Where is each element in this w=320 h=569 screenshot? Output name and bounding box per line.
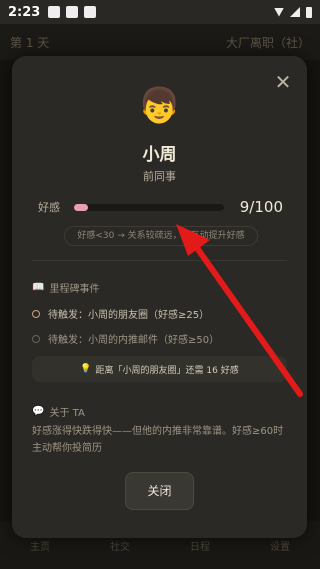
wifi-icon bbox=[274, 7, 284, 17]
character-role: 前同事 bbox=[143, 170, 176, 183]
character-name: 小周 bbox=[142, 145, 177, 165]
nav-item-settings: 设置 bbox=[270, 541, 290, 553]
nav-item-home: 主页 bbox=[30, 541, 50, 553]
favor-row: 好感 9/100 bbox=[38, 194, 283, 220]
milestone-dot-icon bbox=[32, 309, 40, 318]
gear-icon bbox=[48, 6, 61, 18]
book-icon: 📖 bbox=[32, 282, 45, 293]
signal-icon bbox=[290, 7, 300, 17]
lightbulb-icon: 💡 bbox=[80, 364, 92, 374]
status-icons bbox=[274, 6, 312, 18]
status-time: 2:23 bbox=[8, 4, 41, 20]
close-button[interactable]: 关闭 bbox=[125, 472, 194, 510]
milestone-item: 待触发：小周的朋友圈（好感≥25） bbox=[32, 306, 209, 321]
nav-item-schedule: 日程 bbox=[190, 541, 210, 553]
milestone-text: 待触发：小周的朋友圈（好感≥25） bbox=[48, 310, 210, 321]
about-title: 💬 关于 TA bbox=[32, 404, 85, 419]
about-title-text: 关于 TA bbox=[49, 408, 85, 419]
favor-value: 9/100 bbox=[239, 198, 283, 216]
nav-item-social: 社交 bbox=[110, 541, 130, 553]
favor-label: 好感 bbox=[38, 201, 60, 214]
favor-progress-fill bbox=[74, 203, 88, 211]
milestone-item: 待触发：小周的内推邮件（好感≥50） bbox=[32, 331, 219, 346]
notification-icon bbox=[66, 6, 79, 18]
milestone-dot-icon bbox=[32, 334, 40, 343]
avatar: 👦 bbox=[138, 86, 181, 126]
career-label: 大厂离职（社） bbox=[225, 35, 310, 50]
favor-progress-bar bbox=[74, 203, 224, 211]
milestones-title: 📖 里程碑事件 bbox=[32, 280, 99, 295]
milestones-title-text: 里程碑事件 bbox=[49, 284, 100, 295]
divider bbox=[32, 260, 287, 261]
battery-icon bbox=[306, 6, 312, 18]
app-icon bbox=[84, 6, 97, 18]
milestone-text: 待触发：小周的内推邮件（好感≥50） bbox=[48, 335, 220, 346]
character-modal: ✕ 👦 小周 前同事 好感 9/100 好感<30 → 关系较疏远，多互动提升好… bbox=[12, 56, 307, 538]
about-text: 好感涨得快跌得快——但他的内推非常靠谱。好感≥60时主动帮你投简历 bbox=[32, 426, 284, 454]
chat-icon: 💬 bbox=[32, 406, 45, 417]
day-label: 第 1 天 bbox=[10, 35, 50, 50]
status-bar: 2:23 bbox=[0, 0, 320, 24]
next-milestone-tip: 💡 距离「小周的朋友圈」还需 16 好感 bbox=[32, 356, 287, 382]
favor-hint: 好感<30 → 关系较疏远，多互动提升好感 bbox=[64, 226, 258, 246]
background-header: 第 1 天 大厂离职（社） bbox=[0, 24, 320, 60]
next-milestone-text: 距离「小周的朋友圈」还需 16 好感 bbox=[95, 365, 239, 376]
